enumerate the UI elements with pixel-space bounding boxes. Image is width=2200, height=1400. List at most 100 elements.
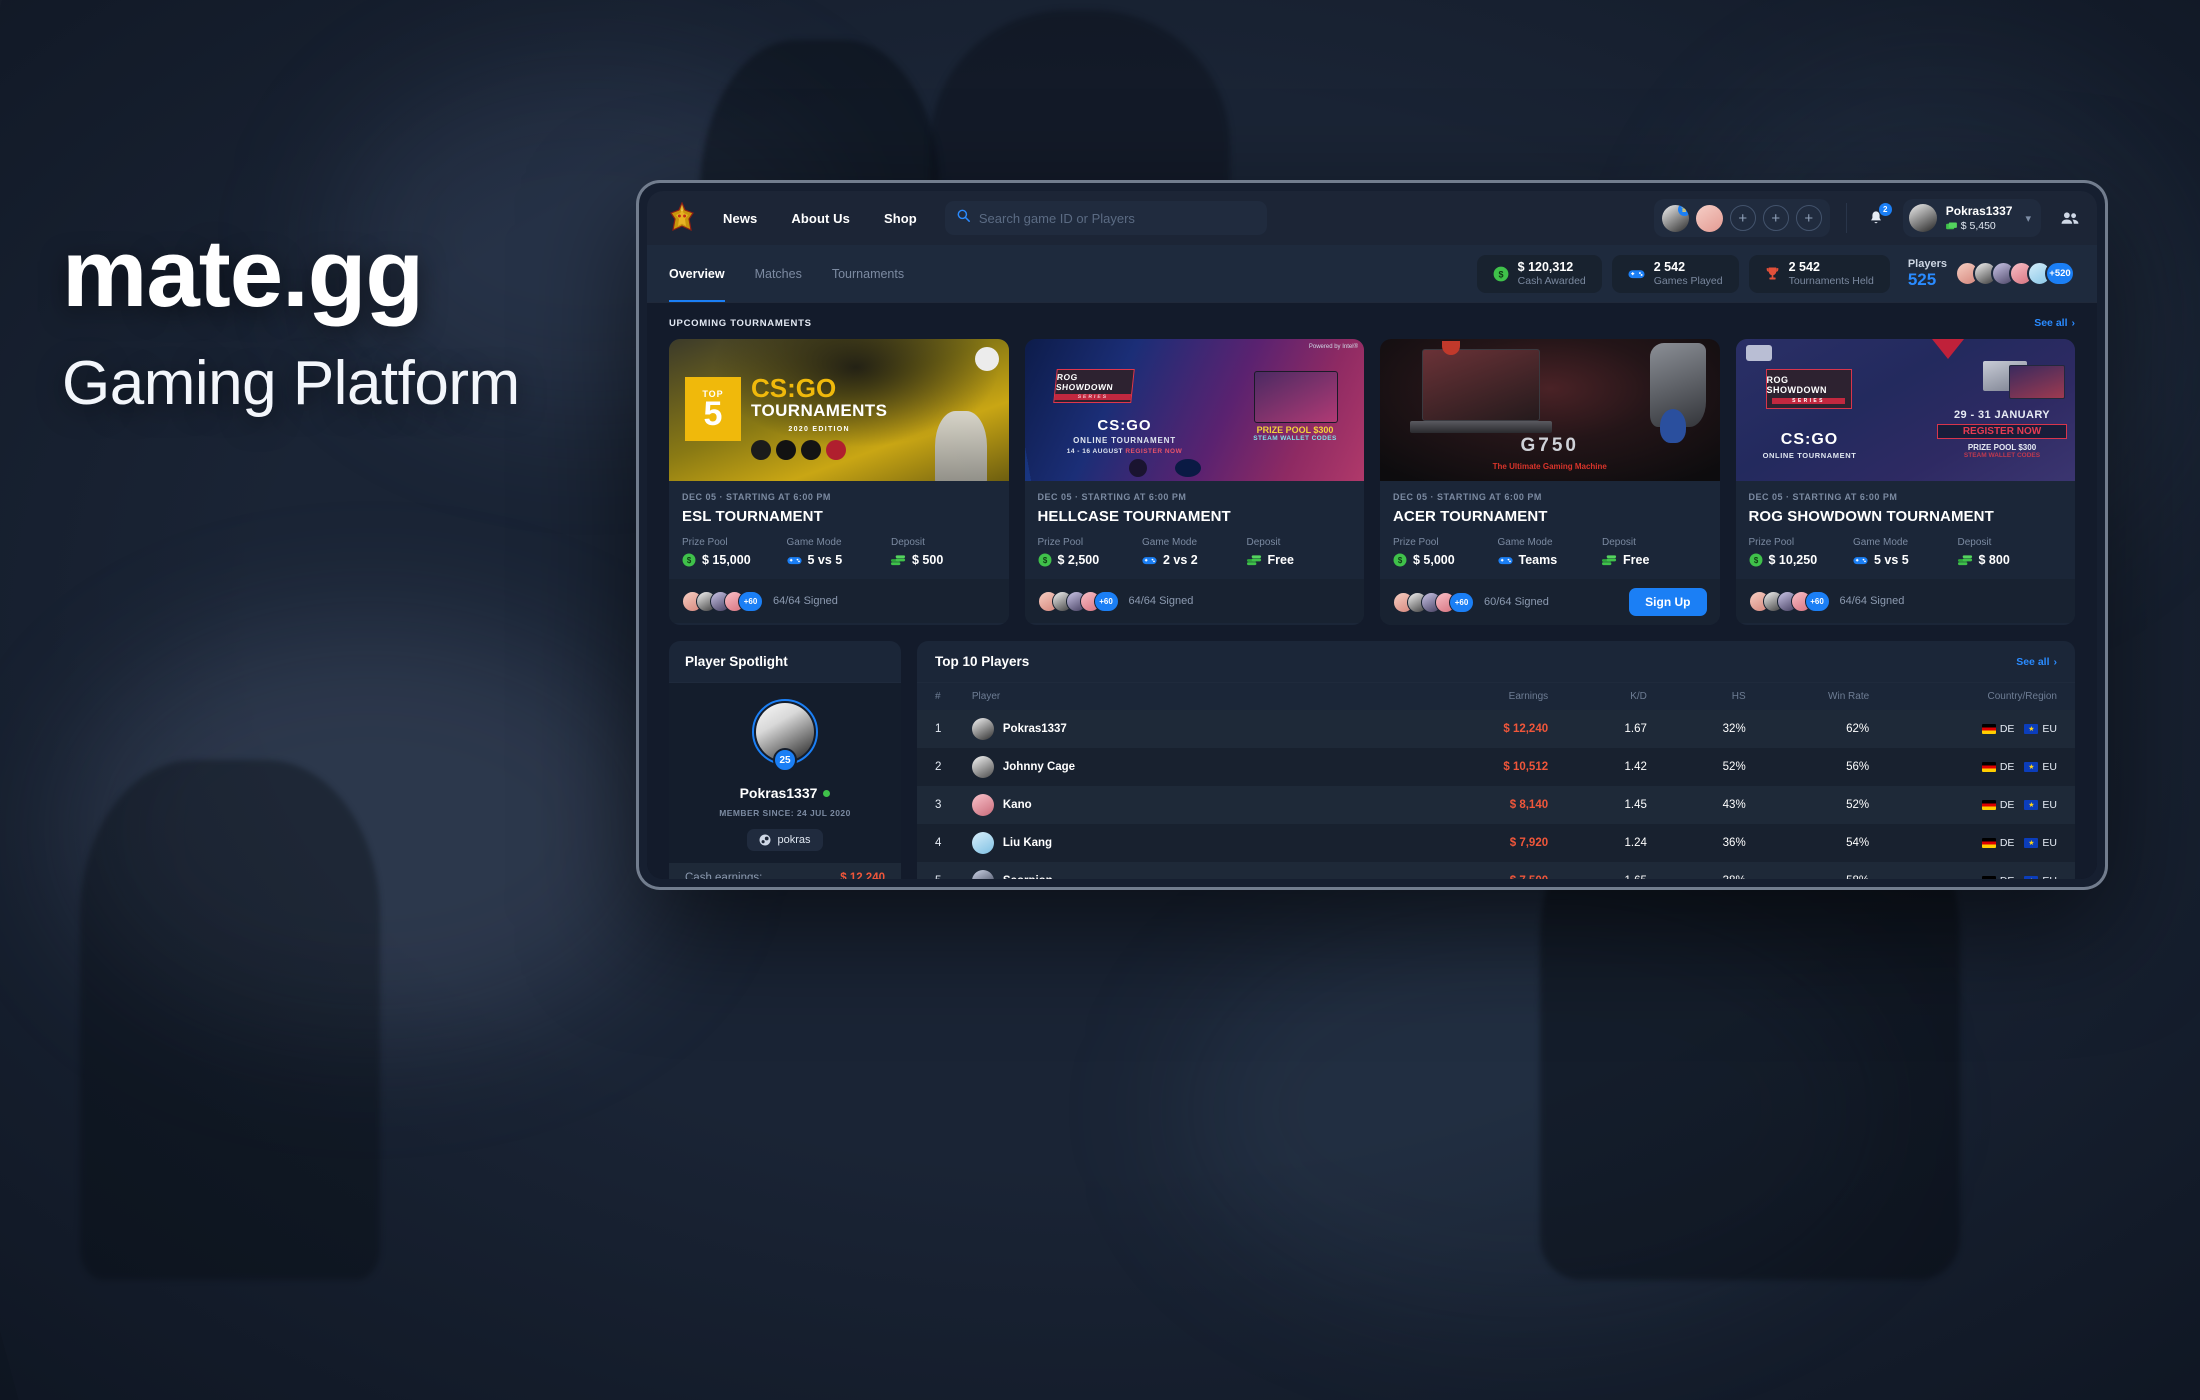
players-more-badge[interactable]: +520 bbox=[2045, 261, 2075, 286]
signed-more-badge[interactable]: +60 bbox=[1449, 591, 1474, 613]
see-all-players-link[interactable]: See all › bbox=[2016, 656, 2057, 668]
nav-item-about-us[interactable]: About Us bbox=[791, 211, 850, 226]
nav-item-news[interactable]: News bbox=[723, 211, 757, 226]
game-mode-label: Game Mode bbox=[786, 537, 842, 548]
cell-hs: 32% bbox=[1722, 723, 1746, 735]
add-friend-button[interactable]: + bbox=[1795, 205, 1822, 231]
table-row[interactable]: 1 Pokras1337 $ 12,240 1.67 32% 62% DE ★ EU bbox=[917, 710, 2075, 748]
tournament-date: DEC 05 · STARTING AT 6:00 PM bbox=[1748, 492, 1898, 502]
svg-text:$: $ bbox=[1498, 269, 1503, 279]
region-flag-eu: ★EU bbox=[2024, 723, 2057, 735]
tournament-card-footer: +60 64/64 Signed bbox=[1024, 579, 1364, 623]
signed-more-badge[interactable]: +60 bbox=[1093, 590, 1119, 612]
tournament-meta: Prize Pool $ $ 2,500 Game Mode 2 vs 2 De… bbox=[1038, 537, 1352, 567]
friend-avatar[interactable]: ♛ bbox=[1661, 204, 1689, 232]
thumb-prize: PRIZE POOL $300 bbox=[1256, 425, 1334, 435]
signed-more-badge[interactable]: +60 bbox=[1804, 590, 1830, 612]
stat-tournaments-held: 2 542 Tournaments Held bbox=[1748, 254, 1890, 293]
user-profile-chip[interactable]: Pokras1337 $ 5,450 ▾ bbox=[1902, 199, 2041, 237]
deposit-value-wrap: $ 500 bbox=[891, 553, 996, 567]
player-level-badge: 25 bbox=[773, 748, 797, 772]
cell-kd: 1.45 bbox=[1624, 799, 1647, 811]
people-icon[interactable] bbox=[2061, 211, 2079, 225]
spotlight-avatar[interactable]: 25 bbox=[752, 699, 818, 772]
cell-earnings: $ 7,920 bbox=[1509, 837, 1549, 849]
table-row[interactable]: 2 Johnny Cage $ 10,512 1.42 52% 56% DE ★ EU bbox=[917, 748, 2075, 786]
europe-flag-icon: ★ bbox=[2024, 800, 2039, 810]
game-mode-block: Game Mode 5 vs 5 bbox=[787, 537, 892, 567]
cell-earnings: $ 7,500 bbox=[1383, 862, 1548, 879]
prize-pool-label: Prize Pool bbox=[1748, 537, 1795, 548]
sign-up-button[interactable]: Sign Up bbox=[1629, 588, 1707, 616]
stat-label: Cash Awarded bbox=[1517, 275, 1586, 288]
bottom-section: Player Spotlight 25 Pokras1337 MEMBER SI… bbox=[669, 641, 2075, 879]
brand-subtitle: Gaming Platform bbox=[62, 349, 520, 419]
tournament-meta: Prize Pool $ $ 5,000 Game Mode Teams Dep… bbox=[1393, 537, 1707, 567]
cell-win-rate: 58% bbox=[1746, 862, 1869, 879]
steam-profile-chip[interactable]: pokras bbox=[747, 829, 823, 851]
see-all-tournaments-link[interactable]: See all › bbox=[2034, 317, 2075, 329]
prize-pool-value: $ 10,250 bbox=[1768, 553, 1818, 567]
signed-avatar-stack: +60 bbox=[1748, 590, 1830, 612]
svg-text:$: $ bbox=[1042, 556, 1047, 565]
upcoming-tournaments-header: UPCOMING TOURNAMENTS See all › bbox=[669, 317, 2075, 329]
europe-flag-icon: ★ bbox=[2024, 838, 2039, 848]
table-row[interactable]: 4 Liu Kang $ 7,920 1.24 36% 54% DE ★ EU bbox=[917, 824, 2075, 862]
see-all-label: See all bbox=[2034, 317, 2068, 329]
cell-win-rate: 62% bbox=[1846, 723, 1870, 735]
cell-player: Kano bbox=[971, 786, 1384, 824]
avatar bbox=[971, 832, 994, 854]
cell-earnings: $ 8,140 bbox=[1509, 799, 1549, 811]
laptop-graphic bbox=[1254, 371, 1338, 423]
spotlight-player-name: Pokras1337 bbox=[739, 785, 818, 801]
search-bar[interactable]: Search game ID or Players bbox=[944, 201, 1267, 235]
tab-matches[interactable]: Matches bbox=[755, 245, 802, 302]
thumb-line-2: ONLINE TOURNAMENT bbox=[1762, 451, 1857, 460]
tournament-title: ACER TOURNAMENT bbox=[1393, 508, 1548, 525]
tournament-card[interactable]: ROG SHOWDOWN SERIES CS:GO ONLINE TOURNAM… bbox=[1735, 339, 2075, 625]
svg-text:$: $ bbox=[1398, 556, 1403, 565]
table-row[interactable]: 3 Kano $ 8,140 1.45 43% 52% DE ★ EU bbox=[917, 786, 2075, 824]
gamepad-icon bbox=[1853, 556, 1868, 564]
search-input[interactable]: Search game ID or Players bbox=[979, 211, 1135, 226]
top-players-panel: Top 10 Players See all › # Player Earnin… bbox=[917, 641, 2075, 879]
tab-tournaments[interactable]: Tournaments bbox=[832, 245, 904, 302]
thumb-logo-text: ROG SHOWDOWN bbox=[1766, 374, 1827, 395]
tournament-card-body: DEC 05 · STARTING AT 6:00 PM ACER TOURNA… bbox=[1380, 481, 1720, 579]
game-mode-block: Game Mode 2 vs 2 bbox=[1142, 537, 1247, 567]
cell-kd: 1.42 bbox=[1624, 761, 1647, 773]
signed-more-badge[interactable]: +60 bbox=[738, 590, 763, 612]
thumb-date: 29 - 31 JANUARY bbox=[1953, 409, 2051, 421]
tournament-card[interactable]: Powered by Intel® ROG SHOWDOWN SERIES CS… bbox=[1024, 339, 1364, 625]
deposit-value-wrap: $ 800 bbox=[1957, 553, 2063, 567]
add-friend-button[interactable]: + bbox=[1729, 205, 1756, 231]
cell-rank: 4 bbox=[935, 837, 942, 849]
avatar bbox=[1908, 204, 1937, 232]
signed-avatar-stack: +60 bbox=[1393, 591, 1474, 613]
friend-avatar[interactable] bbox=[1695, 204, 1723, 232]
player-name: Pokras1337 bbox=[1002, 723, 1067, 735]
topbar-right-cluster: ♛ + + + 2 Pokras1337 $ 5,450 ▾ bbox=[1653, 199, 2079, 237]
deposit-block: Deposit Free bbox=[1246, 537, 1352, 567]
notifications-button[interactable]: 2 bbox=[1863, 203, 1892, 232]
branding-block: mate.gg Gaming Platform bbox=[62, 225, 702, 419]
stat-value: 2 542 bbox=[1788, 259, 1820, 274]
tournament-card[interactable]: G750 The Ultimate Gaming Machine DEC 05 … bbox=[1380, 339, 1720, 625]
deposit-block: Deposit $ 800 bbox=[1957, 537, 2063, 567]
deposit-label: Deposit bbox=[1957, 537, 1992, 548]
country-flag-de: DE bbox=[1981, 875, 2014, 879]
tournament-card[interactable]: TOP 5 CS:GO TOURNAMENTS 2020 EDITION DEC… bbox=[669, 339, 1009, 625]
prize-pool-block: Prize Pool $ $ 10,250 bbox=[1749, 537, 1854, 567]
nav-item-shop[interactable]: Shop bbox=[884, 211, 917, 226]
dollar-icon: $ bbox=[1038, 553, 1051, 567]
add-friend-button[interactable]: + bbox=[1762, 205, 1789, 231]
dollar-icon: $ bbox=[1393, 553, 1407, 567]
cell-win-rate: 52% bbox=[1846, 799, 1870, 811]
stat-value: $ 12,240 bbox=[840, 872, 885, 879]
deposit-value-wrap: Free bbox=[1602, 553, 1707, 567]
table-body: 1 Pokras1337 $ 12,240 1.67 32% 62% DE ★ EU 2 Johnn… bbox=[917, 710, 2075, 879]
chevron-down-icon[interactable]: ▾ bbox=[2025, 212, 2031, 225]
deposit-label: Deposit bbox=[1246, 537, 1281, 548]
tournament-card-footer: +60 64/64 Signed bbox=[1735, 579, 2075, 623]
table-row[interactable]: 5 Scorpion $ 7,5001.6538%58% DE ★EU bbox=[917, 862, 2075, 879]
